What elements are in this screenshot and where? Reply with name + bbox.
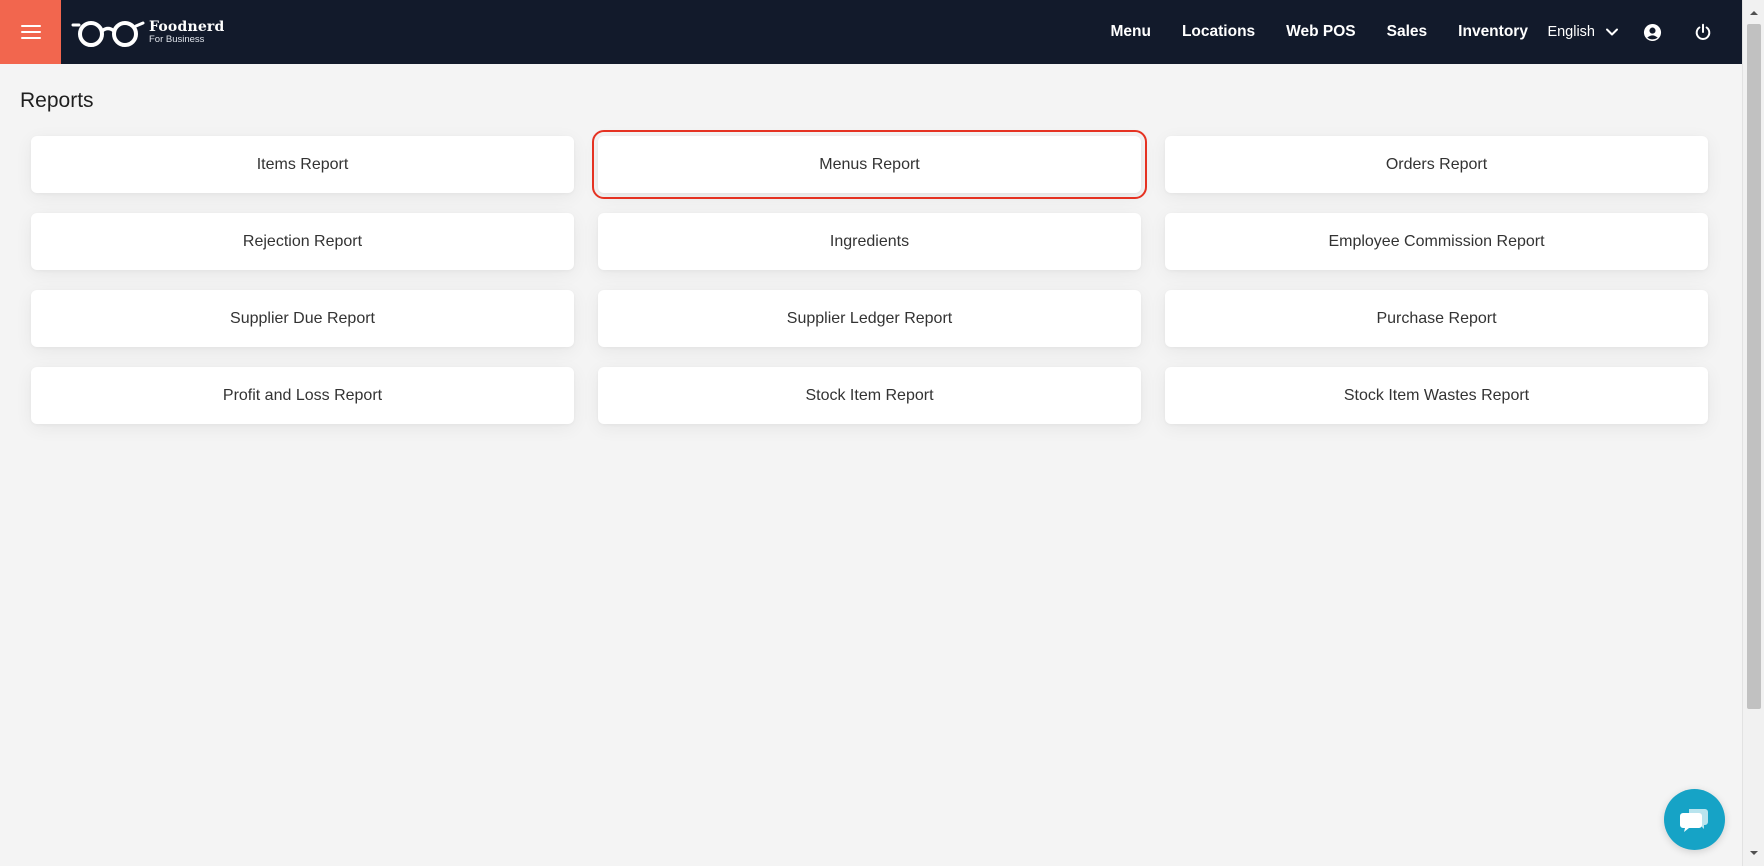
report-card-employee-commission[interactable]: Employee Commission Report <box>1165 213 1708 270</box>
report-card-menus[interactable]: Menus Report <box>592 130 1147 199</box>
report-card-rejection[interactable]: Rejection Report <box>31 213 574 270</box>
nav-item-menu[interactable]: Menu <box>1111 23 1151 41</box>
brand-name: Foodnerd <box>149 18 225 35</box>
nav-item-sales[interactable]: Sales <box>1387 23 1428 41</box>
scroll-up-arrow-icon[interactable] <box>1749 8 1759 18</box>
brand-tagline: For Business <box>149 33 205 45</box>
scroll-down-arrow-icon[interactable] <box>1749 848 1759 858</box>
hamburger-menu-icon[interactable] <box>0 0 61 64</box>
report-card-orders[interactable]: Orders Report <box>1165 136 1708 193</box>
glasses-logo-icon <box>71 21 145 47</box>
nav-item-locations[interactable]: Locations <box>1182 23 1255 41</box>
vertical-scrollbar[interactable] <box>1742 0 1764 866</box>
scrollbar-thumb[interactable] <box>1747 24 1761 709</box>
report-card-items[interactable]: Items Report <box>31 136 574 193</box>
language-label: English <box>1547 24 1595 40</box>
chevron-down-icon <box>1606 28 1618 36</box>
report-card-supplier-due[interactable]: Supplier Due Report <box>31 290 574 347</box>
reports-grid: Items Report Menus Report Orders Report … <box>31 130 1708 424</box>
report-card-purchase[interactable]: Purchase Report <box>1165 290 1708 347</box>
language-selector[interactable]: English <box>1547 24 1619 40</box>
top-navbar: Foodnerd For Business Menu Locations Web… <box>0 0 1742 64</box>
user-circle-icon[interactable] <box>1639 19 1665 45</box>
report-card-ingredients[interactable]: Ingredients <box>598 213 1141 270</box>
report-card-stock-item-wastes[interactable]: Stock Item Wastes Report <box>1165 367 1708 424</box>
nav-item-web-pos[interactable]: Web POS <box>1286 23 1355 41</box>
chat-bubble-icon[interactable] <box>1664 789 1725 850</box>
report-card-supplier-ledger[interactable]: Supplier Ledger Report <box>598 290 1141 347</box>
nav-item-inventory[interactable]: Inventory <box>1458 23 1528 41</box>
main-nav: Menu Locations Web POS Sales Inventory E… <box>1095 0 1742 64</box>
report-card-stock-item[interactable]: Stock Item Report <box>598 367 1141 424</box>
power-icon[interactable] <box>1690 19 1716 45</box>
brand-logo[interactable]: Foodnerd For Business <box>71 15 225 49</box>
page-title: Reports <box>20 89 94 112</box>
report-card-profit-loss[interactable]: Profit and Loss Report <box>31 367 574 424</box>
